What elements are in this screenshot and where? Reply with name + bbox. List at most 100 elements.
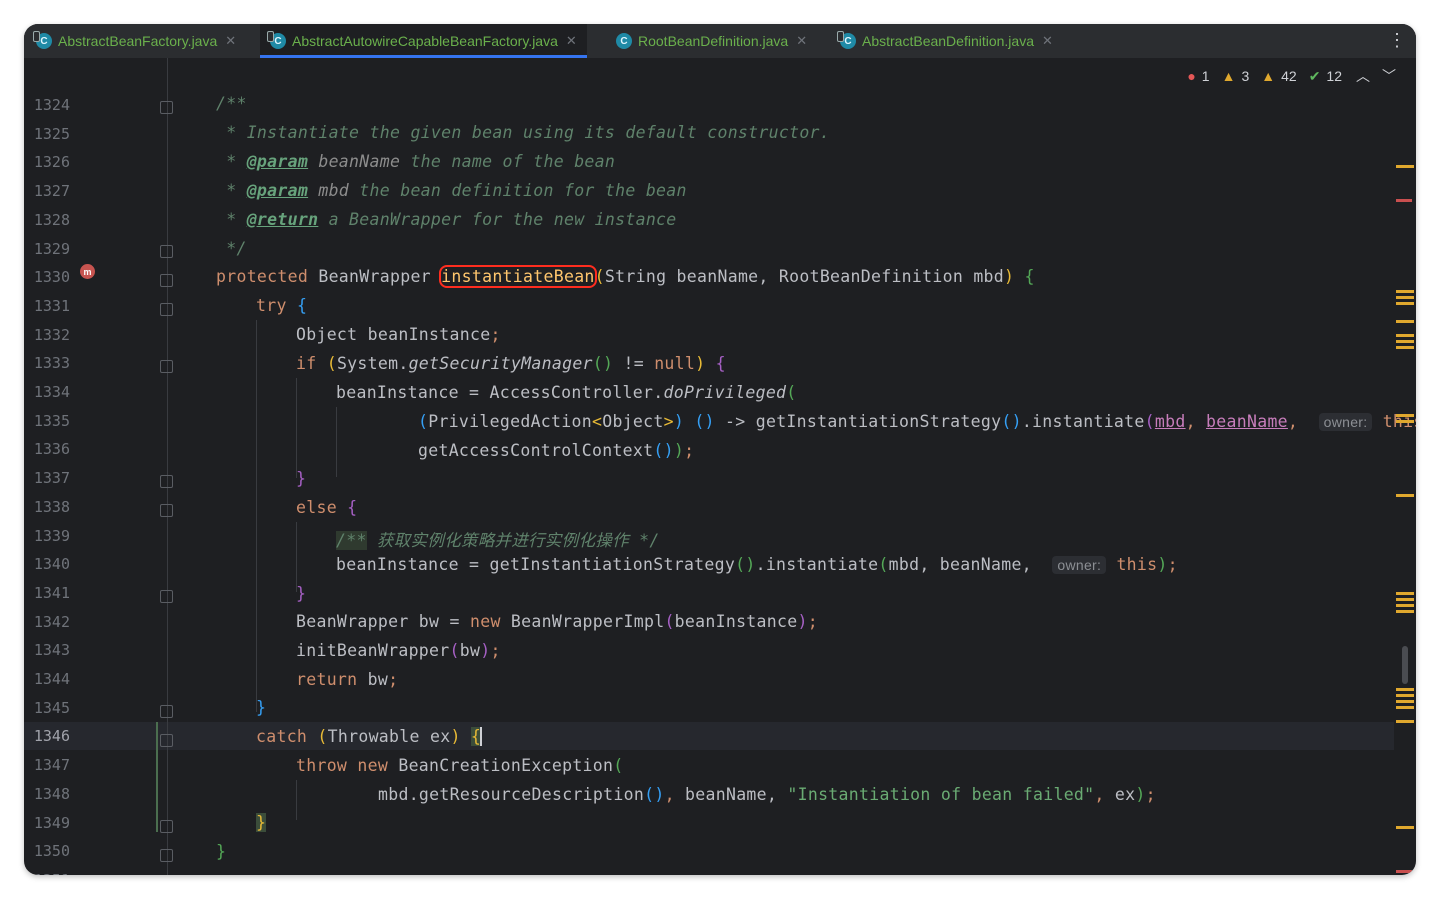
indent-guide [296, 522, 297, 592]
line-number: 1351 [24, 871, 70, 875]
close-icon[interactable]: ✕ [566, 33, 577, 49]
class-file-icon: C [616, 33, 632, 49]
inspection-status-widget[interactable]: ● 1 ▲ 3 ▲ 42 ✔ 12 ︿ ﹀ [1187, 66, 1396, 86]
fold-icon[interactable] [160, 734, 173, 747]
line-number: 1343 [33, 641, 70, 660]
code-line-1330: protected BeanWrapper instantiateBean(St… [216, 265, 1035, 288]
code-line-1324: /** [216, 94, 247, 113]
method-override-icon[interactable]: m [80, 264, 95, 279]
vertical-scrollbar[interactable] [1402, 646, 1408, 684]
line-number: 1338 [33, 497, 70, 516]
code-line-1348: mbd.getResourceDescription(), beanName, … [378, 785, 1156, 804]
weak-warning-count: 42 [1281, 68, 1297, 84]
class-file-icon: C [33, 31, 52, 49]
code-editor[interactable]: ● 1 ▲ 3 ▲ 42 ✔ 12 ︿ ﹀ 1324 1325 1326 1327 1328 13… [24, 58, 1416, 875]
code-line-1343: initBeanWrapper(bw); [296, 641, 501, 660]
code-line-1329: */ [216, 239, 247, 258]
tab-abstract-bean-definition[interactable]: C AbstractBeanDefinition.java ✕ [837, 24, 1053, 58]
code-line-1341: } [296, 584, 307, 603]
highlighted-method-name: instantiateBean [439, 265, 597, 288]
editor-tab-bar: C AbstractBeanFactory.java ✕ C AbstractA… [24, 24, 1416, 59]
code-line-1327: * @param mbd the bean definition for the… [216, 181, 687, 200]
line-number: 1336 [33, 440, 70, 459]
indent-guide [296, 780, 297, 820]
gutter-divider [167, 58, 168, 875]
fold-icon[interactable] [160, 475, 173, 488]
tab-abstract-autowire-capable-bean-factory[interactable]: C AbstractAutowireCapableBeanFactory.jav… [260, 24, 587, 58]
code-line-1339: /** 获取实例化策略并进行实例化操作 */ [336, 531, 660, 550]
fold-icon[interactable] [160, 360, 173, 373]
code-line-1345: } [256, 698, 267, 717]
line-number: 1337 [33, 469, 70, 488]
fold-icon[interactable] [160, 849, 173, 862]
line-number: 1341 [33, 583, 70, 602]
error-count: 1 [1201, 68, 1210, 84]
line-number: 1346 [33, 727, 70, 746]
typo-count: 12 [1326, 68, 1342, 84]
fold-icon[interactable] [160, 705, 173, 718]
tab-label: AbstractBeanDefinition.java [862, 33, 1034, 49]
line-number: 1348 [33, 784, 70, 803]
fold-icon[interactable] [160, 274, 173, 287]
line-number: 1335 [33, 411, 70, 430]
line-number: 1331 [33, 296, 70, 315]
parameter-hint: owner: [1318, 413, 1373, 431]
close-icon[interactable]: ✕ [1042, 33, 1053, 49]
code-line-1326: * @param beanName the name of the bean [216, 152, 616, 171]
code-line-1332: Object beanInstance; [296, 325, 501, 344]
code-line-1334: beanInstance = AccessController.doPrivil… [336, 383, 797, 402]
line-number: 1327 [33, 182, 70, 201]
code-line-1340: beanInstance = getInstantiationStrategy(… [336, 555, 1178, 574]
fold-icon[interactable] [160, 245, 173, 258]
line-number: 1325 [33, 124, 70, 143]
code-line-1331: try { [256, 296, 308, 315]
code-line-1328: * @return a BeanWrapper for the new inst… [216, 210, 677, 229]
line-number: 1347 [33, 756, 70, 775]
weak-warning-icon: ▲ [1261, 68, 1276, 84]
parameter-hint: owner: [1052, 556, 1107, 574]
fold-icon[interactable] [160, 504, 173, 517]
indent-guide [336, 407, 337, 477]
code-line-1346: catch (Throwable ex) { [256, 727, 483, 746]
ide-window: C AbstractBeanFactory.java ✕ C AbstractA… [24, 24, 1416, 875]
typo-check-icon: ✔ [1308, 67, 1321, 84]
chevron-down-icon[interactable]: ﹀ [1382, 66, 1396, 86]
line-number: 1326 [33, 153, 70, 172]
fold-icon[interactable] [160, 820, 173, 833]
line-number: 1349 [33, 813, 70, 832]
line-number: 1328 [33, 210, 70, 229]
close-icon[interactable]: ✕ [225, 33, 236, 49]
line-number: 1334 [33, 383, 70, 401]
line-number: 1342 [33, 612, 70, 631]
warning-count: 3 [1241, 68, 1250, 84]
code-line-1338: else { [296, 498, 358, 517]
class-file-icon: C [267, 31, 286, 49]
tab-root-bean-definition[interactable]: C RootBeanDefinition.java ✕ [616, 24, 807, 58]
tab-label: AbstractBeanFactory.java [58, 33, 218, 49]
code-line-1350: } [216, 842, 227, 861]
indent-guide [296, 378, 297, 478]
close-icon[interactable]: ✕ [796, 33, 807, 49]
tab-label: AbstractAutowireCapableBeanFactory.java [292, 33, 558, 49]
current-line-highlight [24, 722, 1394, 750]
chevron-up-icon[interactable]: ︿ [1356, 66, 1370, 86]
line-number: 1339 [33, 526, 70, 545]
fold-icon[interactable] [160, 303, 173, 316]
indent-guide [256, 320, 257, 712]
line-number: 1350 [33, 842, 70, 861]
line-number: 1345 [33, 698, 70, 717]
line-number: 1340 [33, 555, 70, 574]
code-line-1335: (PrivilegedAction<Object>) () -> getInst… [418, 412, 1416, 431]
fold-icon[interactable] [160, 590, 173, 603]
more-options-icon[interactable]: ⋮ [1388, 29, 1406, 51]
tab-label: RootBeanDefinition.java [638, 33, 789, 49]
fold-icon[interactable] [160, 101, 173, 114]
code-line-1336: getAccessControlContext()); [418, 441, 695, 460]
tab-abstract-bean-factory[interactable]: C AbstractBeanFactory.java ✕ [33, 24, 236, 58]
code-line-1344: return bw; [296, 670, 399, 689]
line-number: 1330 [33, 268, 70, 287]
code-line-1347: throw new BeanCreationException( [296, 756, 624, 775]
line-number: 1344 [33, 670, 70, 688]
warning-icon: ▲ [1221, 68, 1236, 84]
line-number: 1332 [33, 325, 70, 344]
